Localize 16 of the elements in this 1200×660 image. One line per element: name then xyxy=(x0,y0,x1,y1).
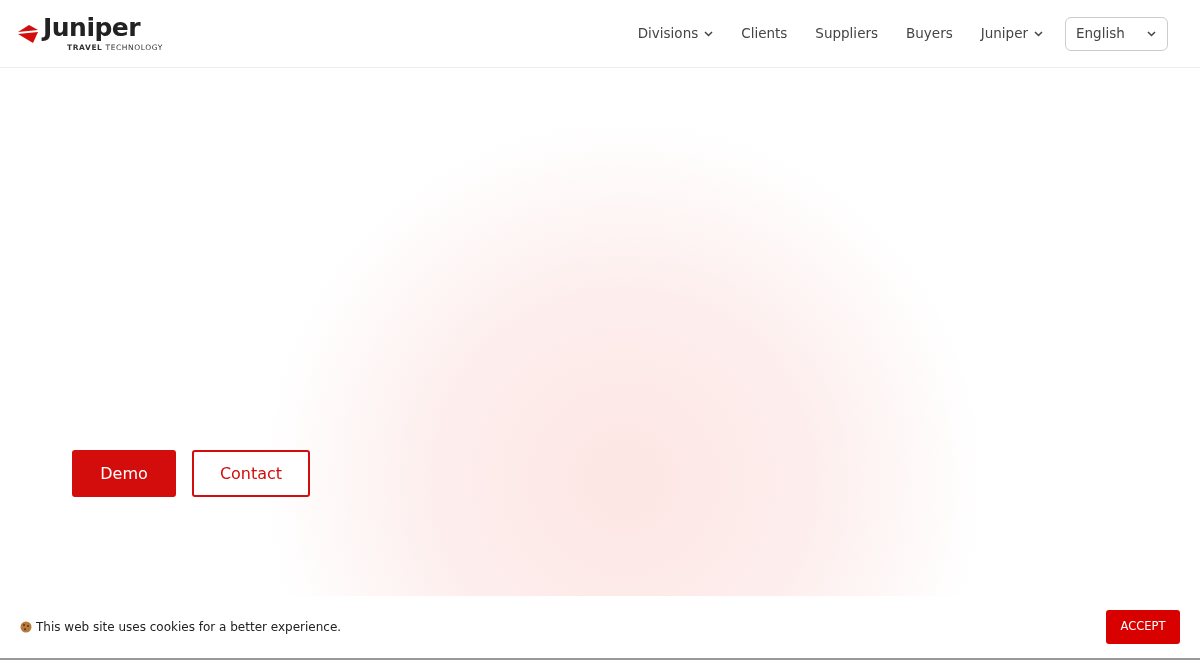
chevron-down-icon xyxy=(1146,30,1157,37)
nav-dropdown-link[interactable]: Divisions xyxy=(623,23,728,44)
cookie-message: This web site uses cookies for a better experience. xyxy=(36,619,342,636)
language-select[interactable]: English xyxy=(1065,16,1168,51)
demo-button[interactable]: Demo xyxy=(72,450,176,497)
nav-link[interactable]: Clients xyxy=(727,23,802,44)
nav-link[interactable]: Buyers xyxy=(892,23,967,44)
contact-button[interactable]: Contact xyxy=(192,450,310,497)
chevron-down-icon xyxy=(704,30,714,37)
nav-link[interactable]: Suppliers xyxy=(801,23,892,44)
accept-button[interactable]: ACCEPT xyxy=(1106,610,1180,644)
logo-wordmark: Juniper xyxy=(43,15,142,41)
chevron-down-icon xyxy=(1034,30,1043,37)
cookie-icon xyxy=(20,621,32,633)
nav-dropdown-link[interactable]: Juniper xyxy=(966,23,1057,44)
logo-icon xyxy=(17,23,39,44)
